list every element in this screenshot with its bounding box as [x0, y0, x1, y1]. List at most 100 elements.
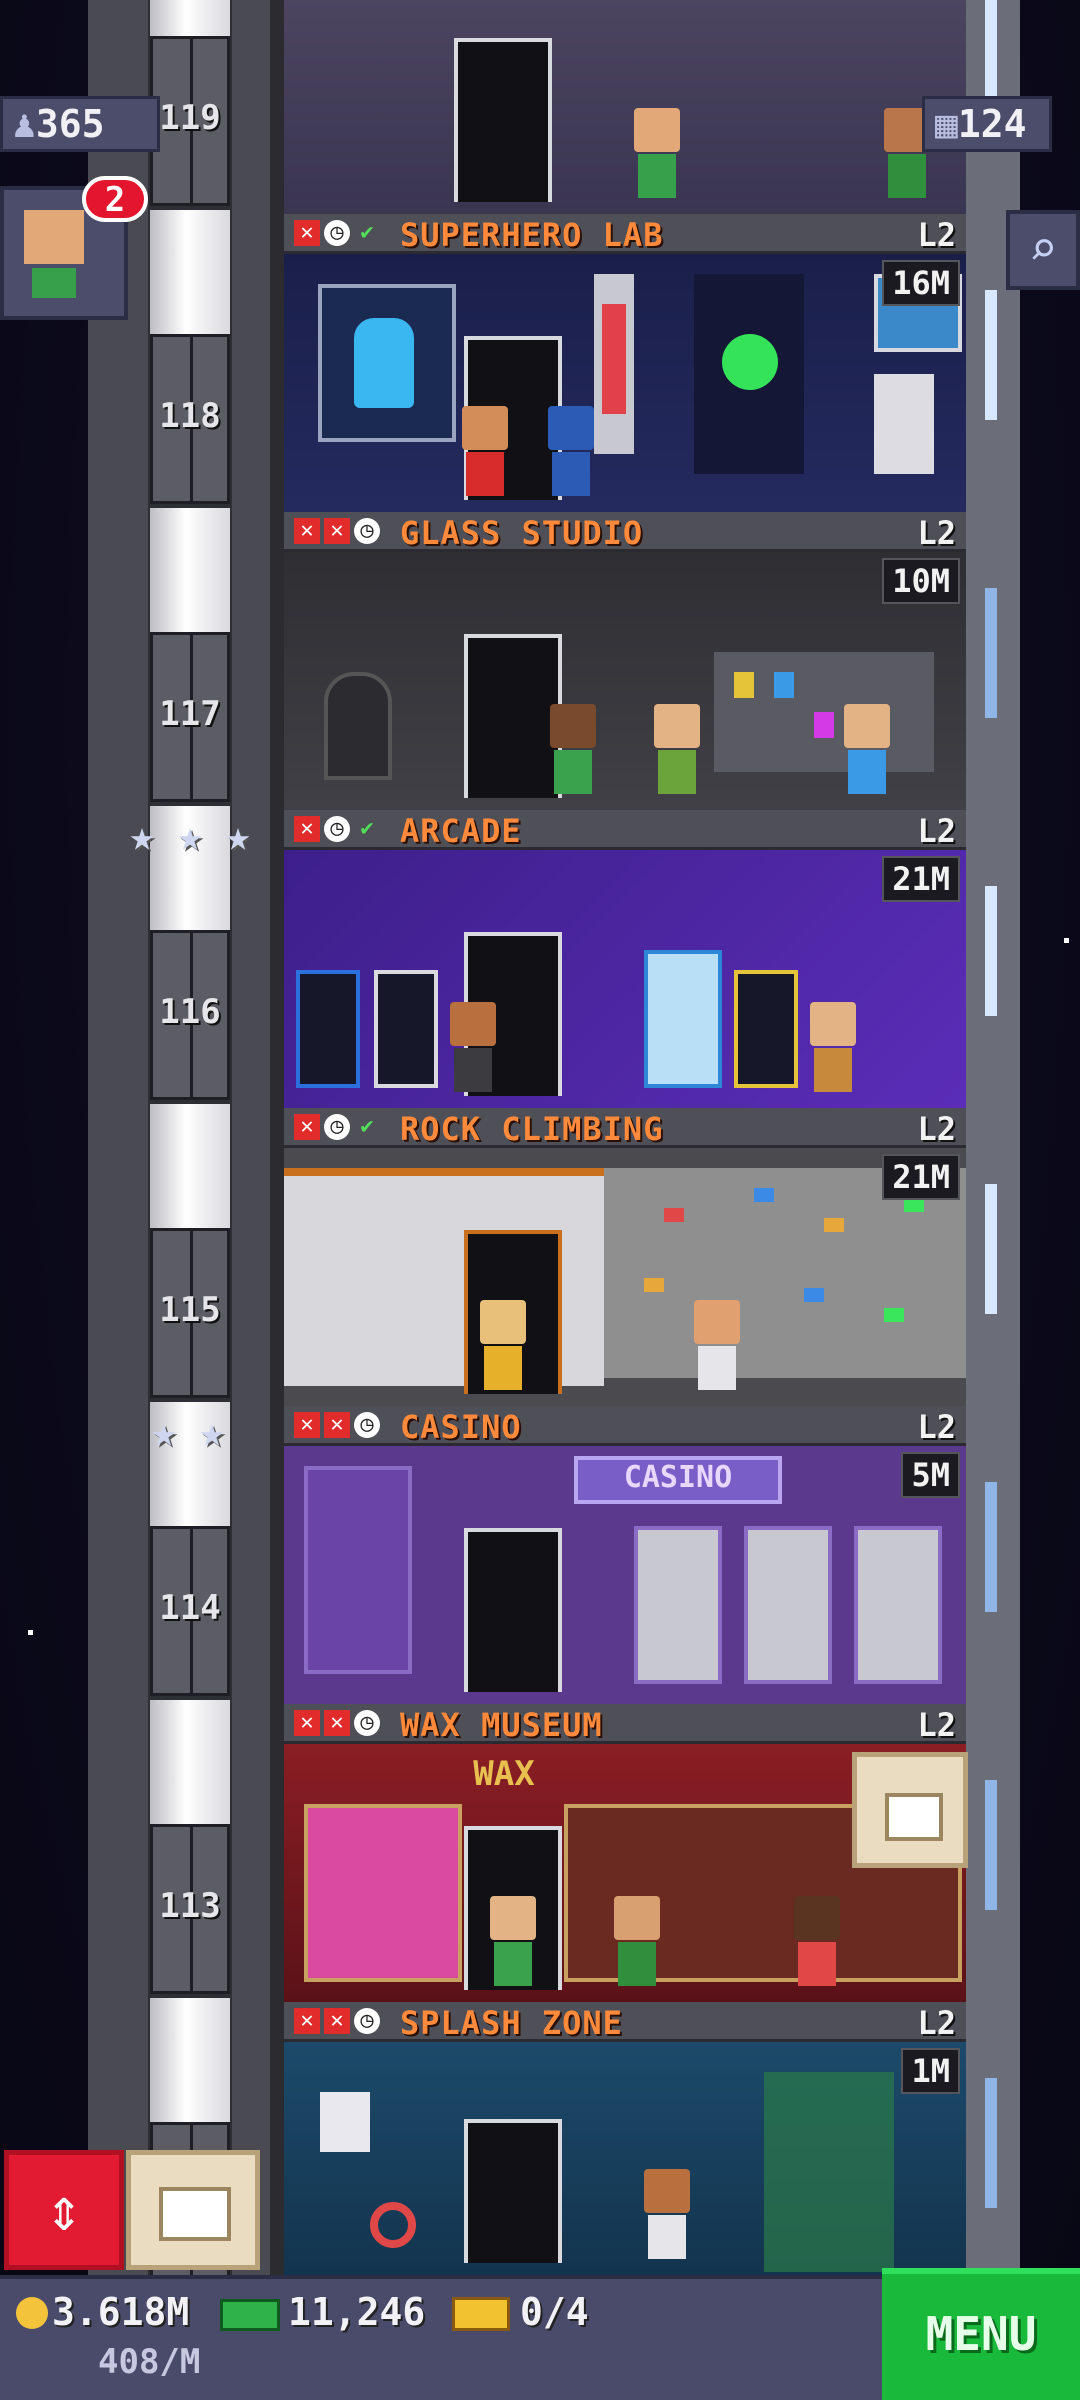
notification-badge: 2: [82, 176, 148, 222]
bitizen[interactable]: [810, 1002, 856, 1092]
bitizen[interactable]: [480, 1300, 526, 1390]
floor-door: [454, 38, 552, 202]
floor-door: [464, 2119, 562, 2263]
coins-value: 3.618M: [52, 2290, 190, 2334]
clock-icon: ◷: [354, 518, 380, 544]
vip-ticket-icon: [452, 2297, 510, 2331]
floor-splash-zone[interactable]: ✕ ✕ ◷ SPLASH ZONE L2 1M: [284, 2002, 966, 2275]
floor-room: [284, 2042, 966, 2275]
stock-crate-button[interactable]: [126, 2150, 260, 2270]
bux-value: 11,246: [288, 2290, 426, 2334]
clock-icon: ◷: [354, 1412, 380, 1438]
floor-casino[interactable]: ✕ ✕ ◷ CASINO L2 CASINO 5M: [284, 1406, 966, 1704]
tower-bux-icon: [220, 2299, 280, 2331]
clock-icon: ◷: [324, 816, 350, 842]
floor-rock-climbing[interactable]: ✕ ◷ ✔ ROCK CLIMBING L2 21M: [284, 1108, 966, 1406]
check-icon: ✔: [360, 816, 374, 841]
red-x-icon: ✕: [324, 1710, 350, 1736]
floor-header: ✕ ✕ ◷ GLASS STUDIO L2: [284, 512, 966, 552]
floor-name: SPLASH ZONE: [400, 2004, 623, 2042]
floor-name: ROCK CLIMBING: [400, 1110, 664, 1148]
bitizen[interactable]: [550, 704, 596, 794]
red-x-icon: ✕: [294, 2008, 320, 2034]
clock-icon: ◷: [324, 220, 350, 246]
wax-sign: WAX: [473, 1754, 535, 1794]
building-icon: ▦: [935, 102, 958, 146]
floor-income: 1M: [901, 2048, 960, 2094]
floor-119[interactable]: [284, 0, 966, 214]
vip-tickets-display[interactable]: 0/4: [452, 2290, 589, 2334]
bitizen[interactable]: [490, 1896, 536, 1986]
window-strip: [985, 1780, 997, 1910]
floor-level: L2: [917, 1110, 956, 1148]
bitizen[interactable]: [614, 1896, 660, 1986]
bitizen[interactable]: [844, 704, 890, 794]
floor-number: 118: [159, 396, 221, 436]
bitizen[interactable]: [462, 406, 508, 496]
window-strip: [985, 2078, 997, 2208]
bitizen[interactable]: [644, 2169, 690, 2259]
red-x-icon: ✕: [294, 1114, 320, 1140]
glass-furnace: [324, 672, 392, 780]
wall-poster: [320, 2092, 370, 2152]
elevator-button[interactable]: ⇕: [4, 2150, 124, 2270]
floor-level: L2: [917, 1408, 956, 1446]
arcade-machine: [734, 970, 798, 1088]
population-counter[interactable]: ♟365: [0, 96, 160, 152]
bitizen[interactable]: [548, 406, 594, 496]
floor-number: 115: [159, 1290, 221, 1330]
floor-star-icon: ★: [151, 1407, 177, 1456]
bitizen[interactable]: [694, 1300, 740, 1390]
floor-name: GLASS STUDIO: [400, 514, 644, 552]
floor-number: 119: [159, 98, 221, 138]
coins-display[interactable]: 3.618M: [16, 2290, 189, 2334]
shaft-light: [150, 1104, 230, 1229]
floor-name: CASINO: [400, 1408, 522, 1446]
bitizen[interactable]: [654, 704, 700, 794]
floor-room: CASINO: [284, 1446, 966, 1704]
floor-level: L2: [917, 1706, 956, 1744]
floor-status-icons: ✕ ◷ ✔: [294, 1114, 380, 1142]
window-strip: [985, 1184, 997, 1314]
search-button[interactable]: ⌕: [1006, 210, 1080, 290]
floor-room: [284, 0, 966, 214]
bitizen[interactable]: [794, 1896, 840, 1986]
clock-icon: ◷: [354, 1710, 380, 1736]
bitizen[interactable]: [634, 108, 680, 198]
floor-room: [284, 1148, 966, 1406]
window-strip: [985, 290, 997, 420]
floor-room: [284, 254, 966, 512]
floor-level: L2: [917, 514, 956, 552]
casino-sign: CASINO: [574, 1456, 782, 1504]
star-dot: [28, 1630, 33, 1635]
window-strip: [985, 588, 997, 718]
palm-tree: [764, 2072, 894, 2272]
floor-glass-studio[interactable]: ✕ ✕ ◷ GLASS STUDIO L2 10M: [284, 512, 966, 810]
floor-level: L2: [917, 812, 956, 850]
floor-income: 16M: [882, 260, 960, 306]
window-strip: [985, 886, 997, 1016]
floor-name: ARCADE: [400, 812, 522, 850]
floors-counter[interactable]: ▦124: [922, 96, 1052, 152]
floor-header: ✕ ◷ ✔ ARCADE L2: [284, 810, 966, 850]
clock-icon: ◷: [354, 2008, 380, 2034]
floors-value: 124: [957, 102, 1027, 146]
slot-machine: [854, 1526, 942, 1684]
menu-button[interactable]: MENU: [882, 2268, 1080, 2400]
bitizen[interactable]: [450, 1002, 496, 1092]
red-x-icon: ✕: [294, 816, 320, 842]
red-x-icon: ✕: [324, 518, 350, 544]
floor-header: ✕ ◷ ✔ ROCK CLIMBING L2: [284, 1108, 966, 1148]
red-x-icon: ✕: [294, 518, 320, 544]
floor-door: [464, 1528, 562, 1692]
window-strip: [985, 1482, 997, 1612]
floor-superhero-lab[interactable]: ✕ ◷ ✔ SUPERHERO LAB L2 16M: [284, 214, 966, 512]
floating-crate-button[interactable]: [852, 1752, 968, 1868]
floor-name: WAX MUSEUM: [400, 1706, 603, 1744]
floor-level: L2: [917, 216, 956, 254]
bux-display[interactable]: 11,246: [220, 2290, 425, 2334]
floor-arcade[interactable]: ✕ ◷ ✔ ARCADE L2 21M: [284, 810, 966, 1108]
floor-status-icons: ✕ ✕ ◷: [294, 2008, 380, 2036]
floor-room: [284, 850, 966, 1108]
shaft-light: [150, 508, 230, 633]
